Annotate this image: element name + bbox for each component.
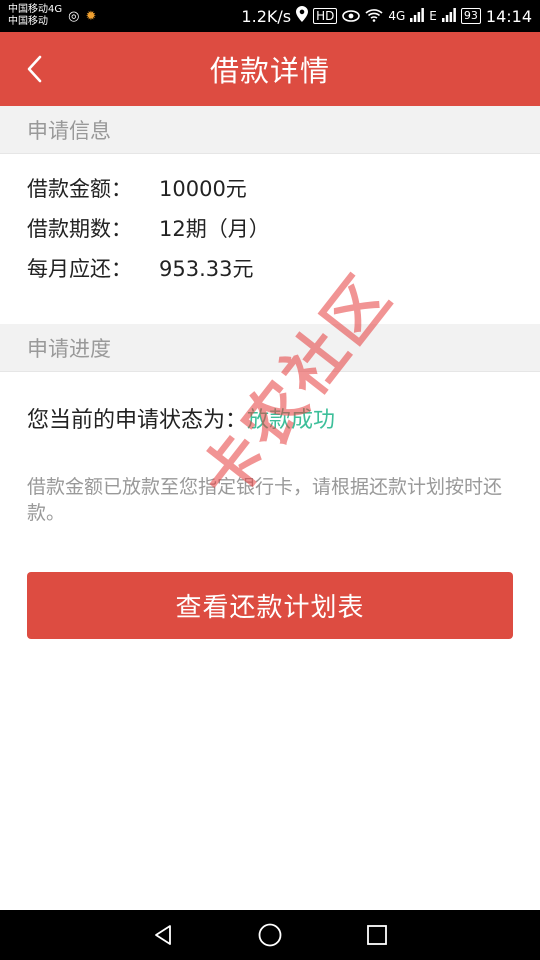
nav-recents-button[interactable] bbox=[363, 921, 391, 949]
navigation-bar bbox=[0, 910, 540, 960]
application-status: 您当前的申请状态为：放款成功 bbox=[27, 402, 335, 434]
status-value: 放款成功 bbox=[247, 408, 336, 433]
square-recents-icon bbox=[366, 925, 387, 945]
status-note: 借款金额已放款至您指定银行卡，请根据还款计划按时还款。 bbox=[27, 476, 503, 524]
section-header-application-info: 申请信息 bbox=[0, 106, 540, 154]
status-bar: 中国移动4G 中国移动 ◎ ✹ 1.2K/s HD 4G E 93 14:14 bbox=[0, 0, 540, 32]
status-left: 中国移动4G 中国移动 ◎ ✹ bbox=[8, 4, 96, 28]
chevron-left-icon bbox=[27, 55, 42, 83]
info-label: 借款金额： bbox=[27, 177, 132, 201]
view-repayment-plan-button[interactable]: 查看还款计划表 bbox=[27, 572, 513, 639]
info-row-amount: 借款金额： 10000元 bbox=[0, 168, 540, 208]
network-speed: 1.2K/s bbox=[241, 6, 292, 26]
section-title: 申请信息 bbox=[27, 118, 111, 143]
location-icon bbox=[296, 6, 309, 26]
signal-icon-1 bbox=[410, 7, 425, 26]
back-button[interactable] bbox=[20, 54, 50, 84]
battery-icon: 93 bbox=[460, 8, 481, 24]
clock-time: 14:14 bbox=[485, 6, 532, 26]
signal-icon-2 bbox=[441, 7, 456, 26]
info-value: 12期（月） bbox=[159, 217, 270, 241]
info-row-monthly: 每月应还： 953.33元 bbox=[0, 248, 540, 288]
triangle-back-icon bbox=[155, 925, 172, 945]
network-type-2: E bbox=[429, 9, 437, 23]
eye-icon bbox=[342, 7, 361, 26]
status-right: 1.2K/s HD 4G E 93 14:14 bbox=[241, 6, 532, 26]
application-info-list: 借款金额： 10000元 借款期数： 12期（月） 每月应还： 953.33元 bbox=[0, 168, 540, 288]
page-title: 借款详情 bbox=[209, 54, 330, 88]
section-title: 申请进度 bbox=[27, 336, 111, 361]
info-label: 每月应还： bbox=[27, 257, 132, 281]
sun-icon: ✹ bbox=[85, 8, 97, 24]
wifi-icon bbox=[365, 7, 383, 26]
hd-badge: HD bbox=[313, 8, 338, 24]
nav-back-button[interactable] bbox=[149, 921, 177, 949]
info-value: 10000元 bbox=[159, 177, 247, 201]
carrier-info: 中国移动4G 中国移动 bbox=[8, 4, 62, 28]
network-type-1: 4G bbox=[388, 9, 406, 23]
carrier-2: 中国移动 bbox=[8, 16, 48, 27]
info-label: 借款期数： bbox=[27, 217, 132, 241]
info-row-periods: 借款期数： 12期（月） bbox=[0, 208, 540, 248]
section-header-progress: 申请进度 bbox=[0, 324, 540, 372]
status-label: 您当前的申请状态为： bbox=[27, 408, 248, 433]
info-value: 953.33元 bbox=[159, 257, 254, 281]
carrier-1: 中国移动4G bbox=[8, 4, 63, 15]
circle-home-icon bbox=[258, 923, 282, 947]
nav-home-button[interactable] bbox=[256, 921, 284, 949]
target-icon: ◎ bbox=[68, 8, 80, 24]
app-header: 借款详情 bbox=[0, 32, 540, 106]
